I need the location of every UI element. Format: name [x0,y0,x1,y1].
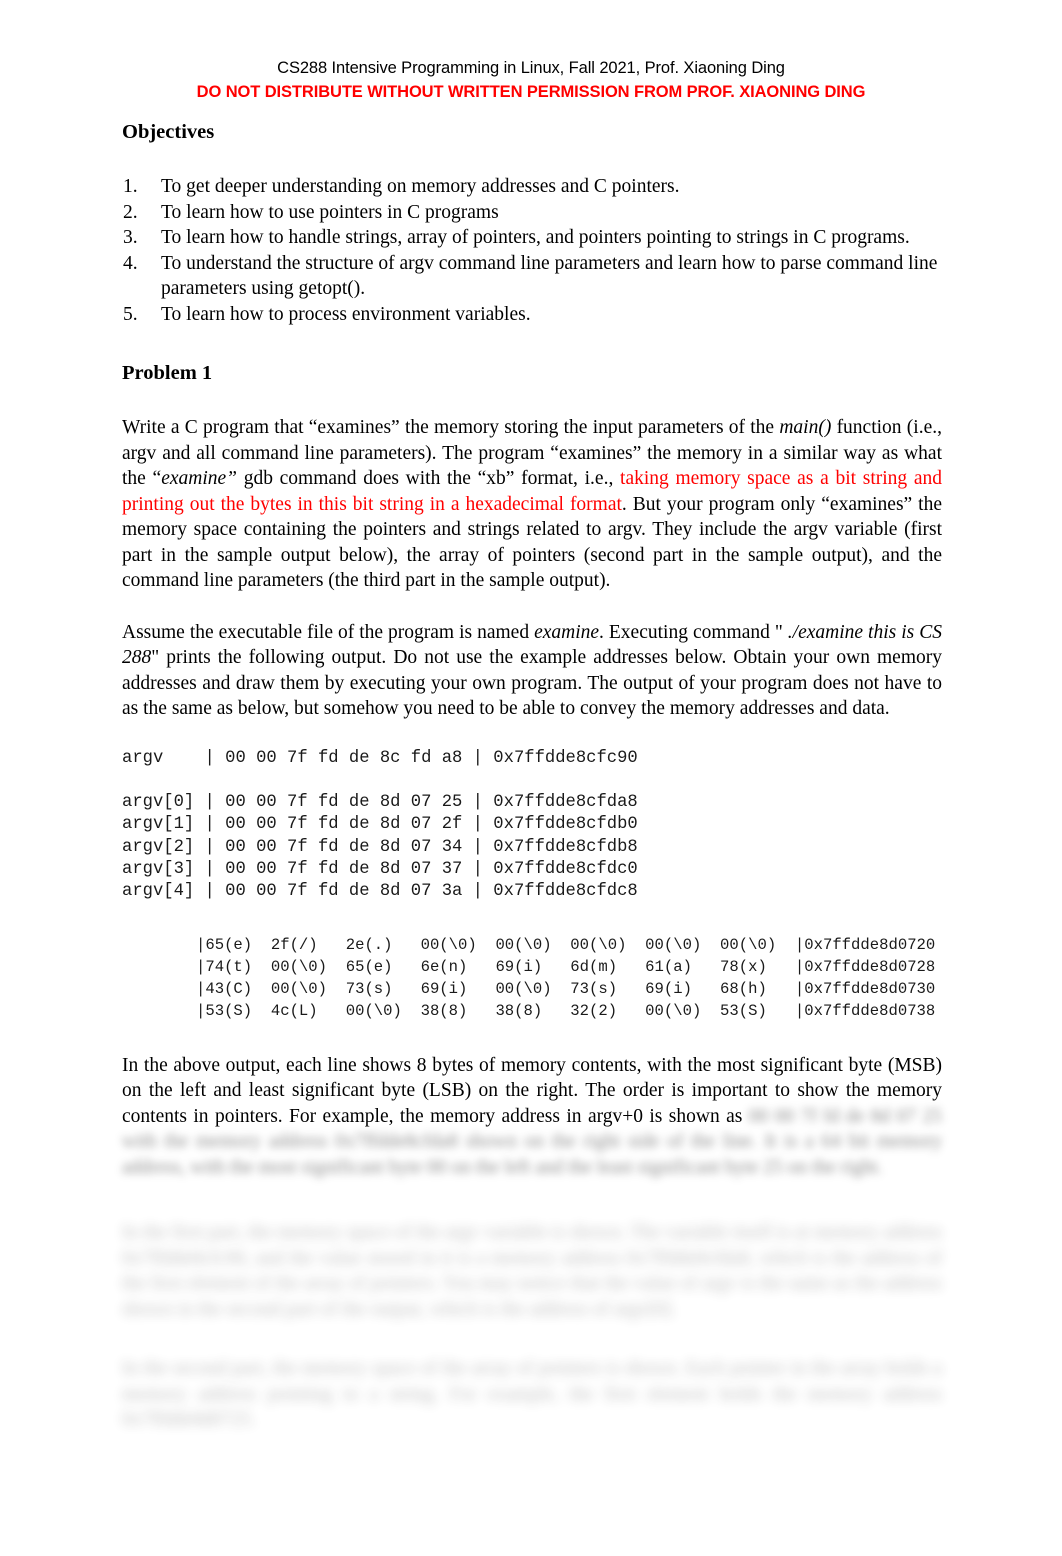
list-item: 3. To learn how to handle strings, array… [122,225,942,251]
objectives-list: 1. To get deeper understanding on memory… [122,174,942,327]
list-item-text: To learn how to handle strings, array of… [161,227,910,248]
sample-output-pointers-block: argv | 00 00 7f fd de 8c fd a8 | 0x7ffdd… [122,748,638,902]
list-item-text: To get deeper understanding on memory ad… [161,176,680,197]
document-body: Objectives 1. To get deeper understandin… [122,120,942,1433]
list-item-text: To learn how to use pointers in C progra… [161,201,499,223]
list-item-number: 5. [123,303,138,325]
list-item-text: To understand the structure of argv comm… [161,252,938,300]
emphasis-examine-filename: examine [534,621,600,643]
course-header-line: CS288 Intensive Programming in Linux, Fa… [277,59,785,77]
paragraph1-part-c: gdb command does with the “xb” format, i… [237,468,621,489]
paragraph2-part-b: . Executing command " [599,621,788,643]
document-header: CS288 Intensive Programming in Linux, Fa… [0,58,1062,103]
list-item: 5. To learn how to process environment v… [122,302,942,328]
document-page: CS288 Intensive Programming in Linux, Fa… [0,0,1062,1556]
sample-output-strings-block: |65(e) 2f(/) 2e(.) 00(\0) 00(\0) 00(\0) … [196,935,936,1021]
list-item-number: 4. [123,252,138,274]
emphasis-examine-command: examine” [161,468,237,489]
distribution-notice: DO NOT DISTRIBUTE WITHOUT WRITTEN PERMIS… [196,83,866,101]
paragraph1-part-a: Write a C program that “examines” the me… [122,417,780,438]
list-item: 1. To get deeper understanding on memory… [122,174,942,200]
paragraph2-part-a: Assume the executable file of the progra… [122,621,535,643]
problem1-paragraph-1: Write a C program that “examines” the me… [122,415,942,594]
list-item: 2. To learn how to use pointers in C pro… [122,200,942,226]
problem1-heading: Problem 1 [122,362,213,384]
problem1-paragraph-4-redacted: In the first part, the memory space of t… [122,1222,942,1320]
problem1-paragraph-2: Assume the executable file of the progra… [122,620,942,722]
list-item: 4. To understand the structure of argv c… [122,251,942,302]
objectives-heading: Objectives [122,121,215,143]
list-item-number: 1. [123,176,138,197]
emphasis-main-function: main() [779,417,832,438]
list-item-text: To learn how to process environment vari… [161,303,531,325]
list-item-number: 3. [123,227,138,248]
problem1-paragraph-3: In the above output, each line shows 8 b… [122,1053,942,1181]
list-item-number: 2. [123,201,138,223]
paragraph2-part-c: " prints the following output. Do not us… [122,647,942,719]
problem1-paragraph-5-redacted: In the second part, the memory space of … [122,1358,942,1431]
